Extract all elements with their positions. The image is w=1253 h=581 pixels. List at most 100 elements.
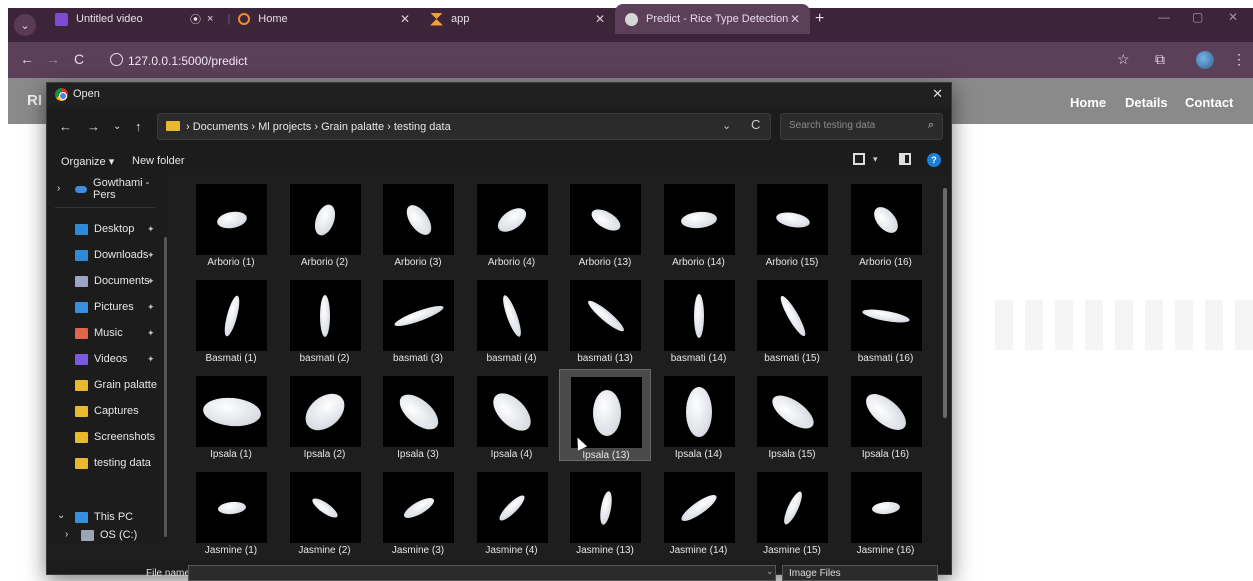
expand-chevron-icon[interactable]: ⌄ — [57, 510, 65, 521]
file-item[interactable]: basmati (14) — [653, 273, 745, 365]
file-item[interactable]: Jasmine (3) — [372, 465, 464, 557]
forward-icon[interactable]: → — [87, 119, 100, 134]
tab-search-icon[interactable]: ⌄ — [14, 14, 36, 36]
file-item[interactable]: Arborio (3) — [372, 177, 464, 269]
url-text[interactable]: 127.0.0.1:5000/predict — [128, 54, 247, 68]
file-item[interactable]: Ipsala (1) — [185, 369, 277, 461]
reload-icon[interactable]: C — [74, 51, 84, 67]
file-item[interactable]: Arborio (16) — [840, 177, 932, 269]
extensions-icon[interactable]: ⧉ — [1155, 51, 1165, 68]
help-icon[interactable]: ? — [927, 153, 941, 167]
file-item[interactable]: Jasmine (2) — [279, 465, 371, 557]
sidebar-item-videos[interactable]: Videos ✦ — [75, 351, 155, 367]
chevron-down-icon[interactable]: ⌄ — [766, 566, 774, 577]
bookmark-star-icon[interactable]: ☆ — [1117, 51, 1130, 68]
file-item[interactable]: Jasmine (1) — [185, 465, 277, 557]
sidebar-item-pictures[interactable]: Pictures ✦ — [75, 299, 155, 315]
file-type-select[interactable]: Image Files — [782, 565, 938, 581]
file-item[interactable]: Arborio (13) — [559, 177, 651, 269]
file-item[interactable]: Jasmine (15) — [746, 465, 838, 557]
pin-icon[interactable]: ✦ — [147, 224, 155, 235]
back-icon[interactable]: ← — [59, 119, 72, 134]
tab-app[interactable]: app ✕ — [420, 4, 615, 34]
view-options-icon[interactable] — [853, 153, 865, 165]
file-item[interactable]: basmati (3) — [372, 273, 464, 365]
sidebar-item-captures[interactable]: Captures — [75, 403, 139, 419]
sidebar-item-documents[interactable]: Documents ✦ — [75, 273, 155, 289]
close-icon[interactable]: × — [207, 13, 213, 25]
sidebar-item-grain-palatte[interactable]: Grain palatte — [75, 377, 157, 393]
file-item[interactable]: basmati (13) — [559, 273, 651, 365]
search-input[interactable] — [789, 120, 919, 131]
nav-home[interactable]: Home — [1070, 95, 1106, 110]
pin-icon[interactable]: ✦ — [147, 250, 155, 261]
file-item[interactable]: Arborio (15) — [746, 177, 838, 269]
file-item[interactable]: Jasmine (14) — [653, 465, 745, 557]
file-item[interactable]: Ipsala (15) — [746, 369, 838, 461]
site-info-icon[interactable] — [110, 53, 123, 66]
maximize-button[interactable]: ▢ — [1192, 10, 1203, 24]
chevron-down-icon[interactable]: ▾ — [873, 154, 878, 165]
file-item[interactable]: Arborio (2) — [279, 177, 371, 269]
file-item[interactable]: basmati (16) — [840, 273, 932, 365]
tab-predict[interactable]: Predict - Rice Type Detection ✕ — [615, 4, 810, 34]
path-text[interactable]: › Documents › Ml projects › Grain palatt… — [186, 121, 451, 133]
file-item[interactable]: basmati (2) — [279, 273, 371, 365]
new-folder-button[interactable]: New folder — [132, 155, 185, 167]
file-item[interactable]: basmati (4) — [466, 273, 558, 365]
dialog-close-icon[interactable]: ✕ — [932, 86, 943, 102]
expand-chevron-icon[interactable]: › — [65, 529, 68, 540]
pin-icon[interactable]: ✦ — [147, 276, 155, 287]
close-icon[interactable]: ✕ — [400, 12, 410, 26]
nav-details[interactable]: Details — [1125, 95, 1168, 110]
close-icon[interactable]: ✕ — [790, 12, 800, 26]
forward-icon[interactable]: → — [46, 51, 60, 67]
file-item[interactable]: Basmati (1) — [185, 273, 277, 365]
recent-locations-icon[interactable]: ⌄ — [113, 121, 121, 132]
sidebar-item-testing-data[interactable]: testing data — [75, 455, 151, 471]
sidebar-item-downloads[interactable]: Downloads ✦ — [75, 247, 155, 263]
file-item[interactable]: Ipsala (14) — [653, 369, 745, 461]
file-item[interactable]: Jasmine (16) — [840, 465, 932, 557]
chevron-down-icon[interactable]: ⌄ — [722, 119, 731, 132]
file-item[interactable]: Arborio (14) — [653, 177, 745, 269]
tab-home[interactable]: ⦿ × | Home ✕ — [180, 4, 420, 34]
file-item[interactable]: basmati (15) — [746, 273, 838, 365]
profile-avatar-icon[interactable] — [1196, 51, 1214, 69]
file-item[interactable]: Jasmine (13) — [559, 465, 651, 557]
file-item[interactable]: Ipsala (3) — [372, 369, 464, 461]
new-tab-button[interactable]: + — [815, 10, 824, 28]
file-item[interactable]: Ipsala (16) — [840, 369, 932, 461]
search-box[interactable]: ⌕ — [780, 113, 943, 140]
file-item[interactable]: Arborio (4) — [466, 177, 558, 269]
up-folder-icon[interactable]: ↑ — [135, 119, 142, 134]
back-icon[interactable]: ← — [20, 51, 34, 67]
path-breadcrumb[interactable]: › Documents › Ml projects › Grain palatt… — [157, 113, 771, 140]
organize-button[interactable]: Organize ▾ — [61, 155, 114, 168]
pin-icon[interactable]: ✦ — [147, 328, 155, 339]
refresh-icon[interactable]: C — [751, 117, 760, 132]
menu-kebab-icon[interactable]: ⋮ — [1232, 51, 1246, 68]
file-item[interactable]: Ipsala (2) — [279, 369, 371, 461]
expand-chevron-icon[interactable]: › — [57, 183, 60, 194]
minimize-button[interactable]: — — [1158, 10, 1170, 24]
sidebar-item-screenshots[interactable]: Screenshots — [75, 429, 155, 445]
window-close-button[interactable]: ✕ — [1228, 10, 1238, 24]
pin-icon[interactable]: ✦ — [147, 354, 155, 365]
sidebar-item-music[interactable]: Music ✦ — [75, 325, 155, 341]
close-icon[interactable]: ✕ — [595, 12, 605, 26]
file-item[interactable]: Ipsala (4) — [466, 369, 558, 461]
sidebar-item-os-drive[interactable]: OS (C:) — [81, 527, 137, 543]
sidebar-scrollbar[interactable] — [164, 237, 167, 537]
file-item[interactable]: Ipsala (13) — [559, 369, 651, 461]
sidebar-item-this-pc[interactable]: This PC — [75, 509, 133, 525]
nav-contact[interactable]: Contact — [1185, 95, 1233, 110]
pin-icon[interactable]: ✦ — [147, 302, 155, 313]
sidebar-item-onedrive[interactable]: Gowthami - Pers — [75, 177, 169, 201]
file-grid-scrollbar[interactable] — [943, 188, 947, 418]
file-item[interactable]: Arborio (1) — [185, 177, 277, 269]
sidebar-item-desktop[interactable]: Desktop ✦ — [75, 221, 155, 237]
preview-pane-icon[interactable] — [899, 153, 911, 165]
file-item[interactable]: Jasmine (4) — [466, 465, 558, 557]
file-name-input[interactable] — [188, 565, 776, 581]
